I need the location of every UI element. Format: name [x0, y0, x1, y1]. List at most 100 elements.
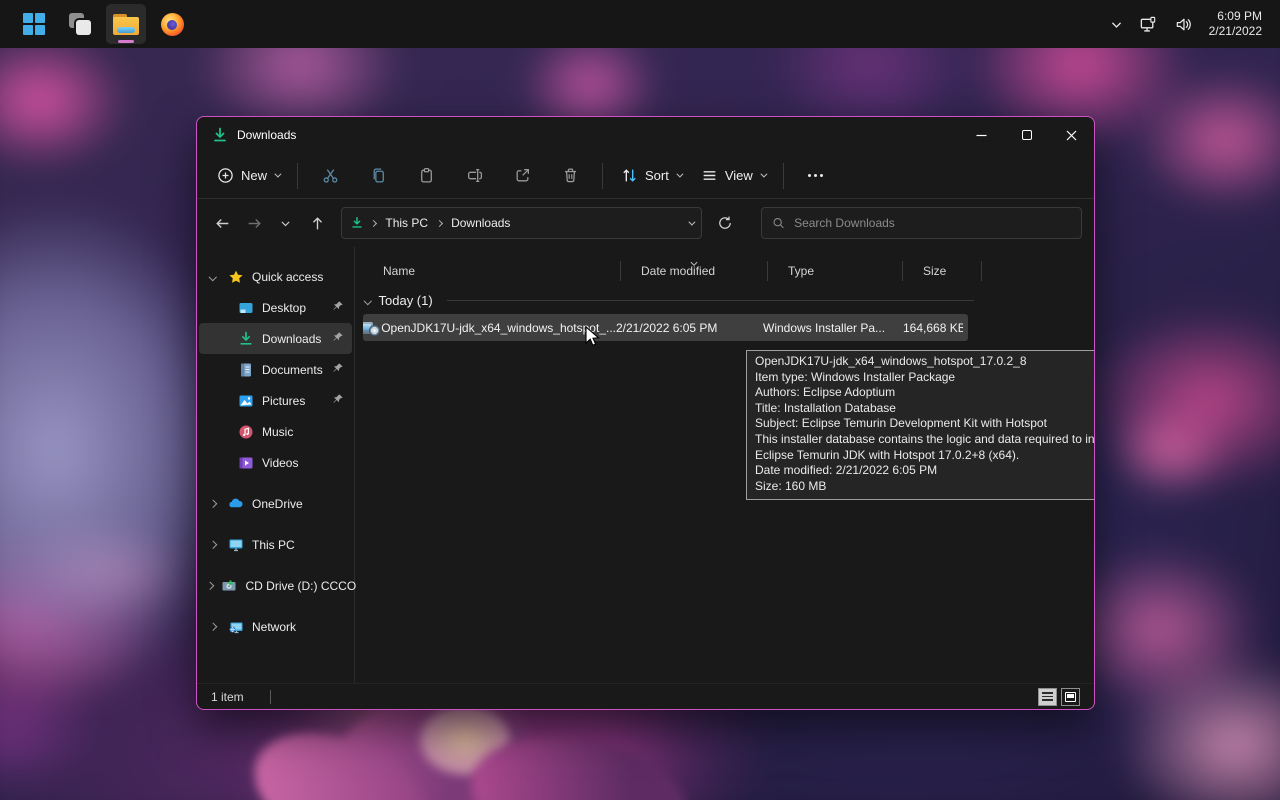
column-divider[interactable] [981, 261, 982, 281]
column-header-date-modified[interactable]: Date modified [621, 264, 767, 278]
chevron-down-icon [364, 297, 372, 305]
title-bar[interactable]: Downloads [197, 117, 1094, 153]
chevron-down-icon [760, 171, 767, 178]
navigation-bar: This PC Downloads [197, 199, 1094, 247]
file-row-openjdk-installer[interactable]: OpenJDK17U-jdk_x64_windows_hotspot_... 2… [363, 314, 968, 341]
sidebar-item-downloads[interactable]: Downloads [199, 323, 352, 354]
column-header-size[interactable]: Size [903, 264, 981, 278]
breadcrumb-separator-icon [436, 219, 443, 226]
rename-icon [466, 167, 483, 184]
sidebar-item-this-pc[interactable]: This PC [199, 529, 352, 560]
mouse-cursor [582, 326, 602, 351]
address-dropdown-icon[interactable] [688, 218, 695, 225]
sidebar-item-music[interactable]: Music [199, 416, 352, 447]
volume-tray-button[interactable] [1168, 4, 1199, 44]
column-header-type[interactable]: Type [768, 264, 902, 278]
group-header-today[interactable]: Today (1) [365, 293, 1094, 308]
breadcrumb-this-pc[interactable]: This PC [383, 214, 430, 232]
column-header-name[interactable]: Name [363, 264, 620, 278]
breadcrumb-downloads[interactable]: Downloads [449, 214, 512, 232]
copy-button[interactable] [361, 159, 395, 193]
onedrive-icon [227, 495, 244, 512]
start-button[interactable] [14, 4, 54, 44]
sidebar-item-desktop[interactable]: Desktop [199, 292, 352, 323]
sidebar-item-quick-access[interactable]: Quick access [199, 261, 352, 292]
back-button[interactable] [209, 208, 237, 238]
sidebar-item-network[interactable]: Network [199, 611, 352, 642]
up-button[interactable] [304, 208, 332, 238]
see-more-button[interactable] [799, 159, 833, 193]
sidebar-item-pictures[interactable]: Pictures [199, 385, 352, 416]
sidebar-item-onedrive[interactable]: OneDrive [199, 488, 352, 519]
system-tray: 6:09 PM 2/21/2022 [1104, 4, 1280, 44]
chevron-right-icon[interactable] [207, 542, 219, 548]
tray-hidden-icons-button[interactable] [1104, 4, 1129, 44]
msi-package-icon [369, 320, 373, 336]
taskbar-app-icons [0, 4, 192, 44]
tooltip-authors: Authors: Eclipse Adoptium [755, 385, 1095, 401]
large-icons-view-icon [1065, 692, 1076, 702]
status-bar: 1 item [197, 683, 1094, 709]
network-tray-button[interactable] [1133, 4, 1164, 44]
clock-date: 2/21/2022 [1209, 24, 1262, 39]
search-icon [772, 216, 785, 230]
firefox-taskbar-button[interactable] [152, 4, 192, 44]
address-bar[interactable]: This PC Downloads [341, 207, 701, 239]
chevron-right-icon[interactable] [207, 583, 213, 589]
sort-button[interactable]: Sort [611, 160, 691, 191]
file-explorer-taskbar-button[interactable] [106, 4, 146, 44]
rename-button[interactable] [457, 159, 491, 193]
cut-button[interactable] [313, 159, 347, 193]
search-input[interactable] [794, 216, 1071, 230]
navigation-pane: Quick access Desktop Downloads [197, 247, 355, 683]
chevron-right-icon[interactable] [207, 501, 219, 507]
pin-icon [332, 331, 344, 346]
sort-ascending-icon [689, 257, 699, 271]
delete-button[interactable] [553, 159, 587, 193]
view-list-icon [701, 167, 718, 184]
taskbar-clock[interactable]: 6:09 PM 2/21/2022 [1203, 9, 1268, 39]
sidebar-item-videos[interactable]: Videos [199, 447, 352, 478]
arrow-right-icon [246, 215, 263, 232]
minimize-button[interactable] [959, 117, 1004, 153]
this-pc-icon [227, 536, 244, 553]
sidebar-label: This PC [252, 538, 295, 552]
large-icons-view-toggle[interactable] [1061, 688, 1080, 706]
file-name: OpenJDK17U-jdk_x64_windows_hotspot_... [381, 321, 616, 335]
taskbar: 6:09 PM 2/21/2022 [0, 0, 1280, 48]
recent-locations-button[interactable] [272, 208, 300, 238]
task-view-button[interactable] [60, 4, 100, 44]
sidebar-item-documents[interactable]: Documents [199, 354, 352, 385]
sidebar-label: Desktop [262, 301, 306, 315]
chevron-down-icon [274, 171, 281, 178]
refresh-button[interactable] [712, 208, 740, 238]
window-title: Downloads [237, 128, 296, 142]
refresh-icon [717, 215, 733, 231]
chevron-right-icon[interactable] [207, 624, 219, 630]
maximize-button[interactable] [1004, 117, 1049, 153]
group-label: Today (1) [379, 293, 433, 308]
view-button[interactable]: View [691, 160, 775, 191]
sidebar-label: Pictures [262, 394, 305, 408]
share-button[interactable] [505, 159, 539, 193]
new-button-label: New [241, 168, 267, 183]
chevron-down-icon[interactable] [207, 274, 219, 280]
details-view-toggle[interactable] [1038, 688, 1057, 706]
new-button[interactable]: New [207, 160, 289, 191]
minimize-icon [976, 130, 987, 141]
file-date-modified: 2/21/2022 6:05 PM [616, 321, 763, 335]
cut-icon [322, 167, 339, 184]
search-box[interactable] [761, 207, 1082, 239]
firefox-icon [161, 13, 184, 36]
forward-button[interactable] [241, 208, 269, 238]
sidebar-item-cd-drive[interactable]: CD Drive (D:) CCCO [199, 570, 352, 601]
close-button[interactable] [1049, 117, 1094, 153]
ellipsis-icon [808, 174, 823, 177]
command-bar: New Sort View [197, 153, 1094, 199]
group-divider-line [447, 300, 974, 301]
tooltip-item-type: Item type: Windows Installer Package [755, 370, 1095, 386]
paste-button[interactable] [409, 159, 443, 193]
downloads-icon [237, 330, 254, 347]
arrow-up-icon [309, 215, 326, 232]
downloads-icon [212, 127, 228, 143]
